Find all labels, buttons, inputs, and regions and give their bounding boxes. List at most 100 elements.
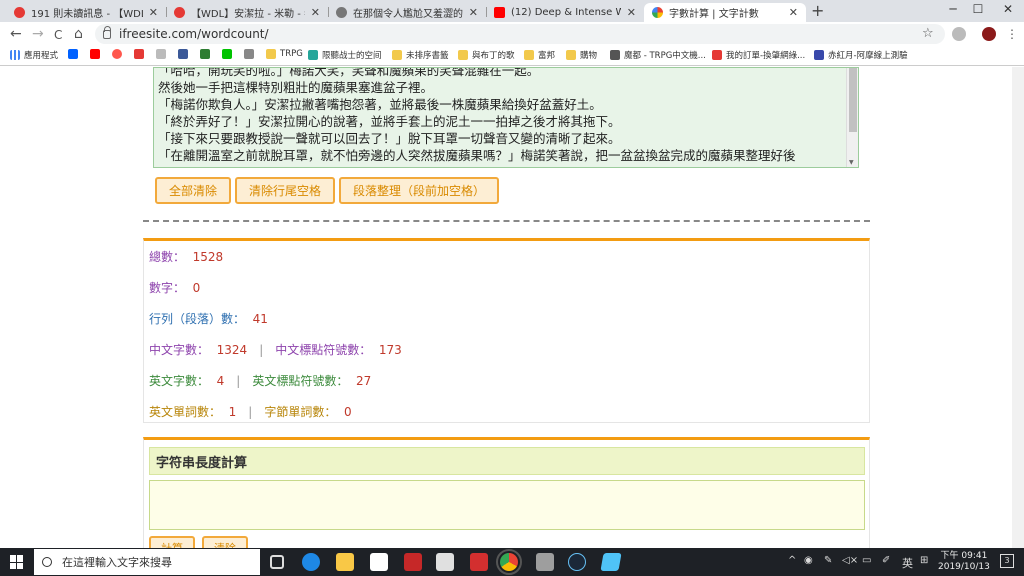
lock-icon	[103, 25, 111, 39]
apps-icon	[10, 50, 20, 60]
close-icon[interactable]: ✕	[789, 6, 798, 19]
close-icon[interactable]: ✕	[469, 6, 478, 19]
scroll-down-icon[interactable]: ▼	[849, 159, 854, 166]
bookmark-shopping[interactable]: 購物	[566, 49, 597, 61]
edge-icon[interactable]	[302, 553, 320, 571]
reload-button[interactable]: C	[54, 27, 62, 43]
new-tab-button[interactable]: +	[811, 3, 824, 19]
bookmark-site[interactable]	[156, 49, 170, 59]
calculate-button[interactable]: 計算	[149, 536, 195, 548]
bookmark-orders[interactable]: 我的訂單-換肇網綠...	[712, 49, 805, 61]
task-view-icon[interactable]	[270, 555, 284, 569]
back-button[interactable]: ←	[10, 26, 22, 42]
taskbar-search[interactable]: 在這裡輸入文字來搜尋	[34, 549, 260, 575]
bookmark-space[interactable]: 限聽战士的空间	[308, 49, 382, 61]
bookmark-app[interactable]	[200, 49, 214, 59]
bookmark-modu[interactable]: 魔都 - TRPG中文機...	[610, 49, 706, 61]
string-input[interactable]	[149, 480, 865, 530]
bookmark-calendar[interactable]	[134, 49, 148, 59]
tab-3[interactable]: 在那個令人尷尬又羞澀的告白 - 日 ✕	[328, 3, 486, 22]
dropbox-icon	[68, 49, 78, 59]
tray-app-icon[interactable]: ◉	[804, 555, 813, 566]
string-length-title: 字符串長度計算	[149, 447, 865, 475]
bookmark-youtube[interactable]	[90, 49, 104, 59]
stat-digits: 數字： 0	[149, 281, 201, 295]
chrome-icon[interactable]	[496, 549, 522, 575]
search-icon	[42, 557, 52, 567]
time: 下午 09:41	[940, 551, 988, 561]
tab-title: 191 則未讀訊息 - 【WDL】安潔	[31, 9, 143, 20]
volume-icon[interactable]: ◁×	[842, 555, 858, 566]
bookmark-plurk[interactable]	[112, 49, 126, 59]
forward-button[interactable]: →	[32, 26, 44, 42]
bookmark-dropbox[interactable]	[68, 49, 82, 59]
url-input[interactable]: ifreesite.com/wordcount/	[95, 24, 945, 44]
stat-total-value: 1528	[192, 250, 224, 264]
notifications-icon[interactable]: 3	[1000, 554, 1014, 568]
site-icon	[156, 49, 166, 59]
account-sync-icon[interactable]	[952, 27, 966, 41]
calendar-icon	[134, 49, 144, 59]
clock[interactable]: 下午 09:41 2019/10/13	[938, 551, 990, 573]
clear-trailing-spaces-button[interactable]: 清除行尾空格	[235, 177, 336, 204]
page-scrollbar[interactable]	[1012, 67, 1024, 548]
tab-1[interactable]: 191 則未讀訊息 - 【WDL】安潔 ✕	[6, 3, 166, 22]
folder-icon	[524, 50, 534, 60]
wordcount-favicon-icon	[652, 7, 663, 18]
text-line: 「接下來只要跟教授說一聲就可以回去了！」脫下耳罩一切聲音又變的清晰了起來。	[158, 131, 621, 147]
bookmark-unsorted[interactable]: 未排序書籤	[392, 49, 449, 61]
bookmark-site2[interactable]	[244, 49, 258, 59]
paragraph-format-button[interactable]: 段落整理（段前加空格）	[339, 177, 500, 204]
clear-all-button[interactable]: 全部清除	[155, 177, 232, 204]
clear-button[interactable]: 清除	[202, 536, 248, 548]
divider	[143, 220, 870, 222]
network-icon[interactable]: ▭	[862, 555, 871, 566]
game-app-icon[interactable]	[404, 553, 422, 571]
store-icon[interactable]	[370, 553, 388, 571]
site-icon	[610, 50, 620, 60]
gift-app-icon[interactable]	[470, 553, 488, 571]
profile-avatar-icon[interactable]	[982, 27, 996, 41]
address-bar: ← → C ⌂ ifreesite.com/wordcount/ ☆ ⋮	[0, 22, 1024, 46]
text-line: 「在離開溫室之前就脫耳罩，就不怕旁邊的人突然拔魔蘋果嗎？」梅諾笑著說，把一盆盆換…	[158, 148, 796, 164]
tab-5-active[interactable]: 字數計算 | 文字計數 ✕	[644, 3, 806, 22]
home-button[interactable]: ⌂	[74, 26, 83, 42]
bookmark-amou[interactable]: 赤紅月-阿摩線上測驗	[814, 49, 908, 61]
menu-icon[interactable]: ⋮	[1006, 26, 1018, 42]
facebook-icon	[178, 49, 188, 59]
text-line: 「終於弄好了！」安潔拉開心的說著，並將手套上的泥土一一拍掉之後才將其拖下。	[158, 114, 621, 130]
bookmark-apps[interactable]: 應用程式	[10, 49, 58, 61]
tray-app-icon[interactable]: ✎	[824, 555, 832, 566]
close-icon[interactable]: ✕	[311, 6, 320, 19]
ime-indicator[interactable]: 英	[902, 555, 913, 571]
bookmark-fubon[interactable]: 富邦	[524, 49, 555, 61]
bookmark-line[interactable]	[222, 49, 236, 59]
ime-mode-icon[interactable]: ⊞	[920, 555, 928, 566]
stats-panel: 總數： 1528 數字： 0 行列（段落）數： 41 中文字數： 1324 | 中文…	[143, 238, 870, 423]
app-icon[interactable]	[436, 553, 454, 571]
bookmarks-bar: 應用程式 TRPG 限聽战士的空间 未排序書籤 與布丁的歌 富邦 購物 魔都 -…	[0, 46, 1024, 66]
windows-start-icon[interactable]	[10, 555, 24, 569]
scrollbar-thumb[interactable]	[849, 68, 857, 132]
app-icon[interactable]	[600, 553, 622, 571]
app-icon[interactable]	[536, 553, 554, 571]
stat-en-words-value: 1	[228, 405, 237, 419]
textarea-scrollbar[interactable]: ▼	[846, 68, 858, 167]
steam-icon[interactable]	[568, 553, 586, 571]
bookmark-pudding[interactable]: 與布丁的歌	[458, 49, 515, 61]
close-icon[interactable]: ✕	[149, 6, 158, 19]
line-icon	[222, 49, 232, 59]
bookmark-facebook[interactable]	[178, 49, 192, 59]
tab-favicon-icon	[14, 7, 25, 18]
tab-2[interactable]: 【WDL】安潔拉 - 米勒 - 恭勒斯 ✕	[166, 3, 328, 22]
tray-chevron-icon[interactable]: ^	[788, 555, 796, 566]
stat-chinese: 中文字數： 1324 | 中文標點符號數： 173	[149, 343, 402, 357]
tab-4[interactable]: (12) Deep & Intense Wooden E ✕	[486, 3, 644, 22]
pen-icon[interactable]: ✐	[882, 555, 890, 566]
file-explorer-icon[interactable]	[336, 553, 354, 571]
close-icon[interactable]: ✕	[627, 6, 636, 19]
close-window-button[interactable]: ✕	[985, 2, 1024, 16]
bookmark-trpg[interactable]: TRPG	[266, 49, 303, 59]
text-input-area[interactable]: 「哈哈，開玩笑的啦。」梅諾大笑，笑聲和魔蘋果的笑聲混雜在一起。 然後她一手把這棵…	[153, 67, 859, 168]
bookmark-star-icon[interactable]: ☆	[922, 26, 934, 41]
